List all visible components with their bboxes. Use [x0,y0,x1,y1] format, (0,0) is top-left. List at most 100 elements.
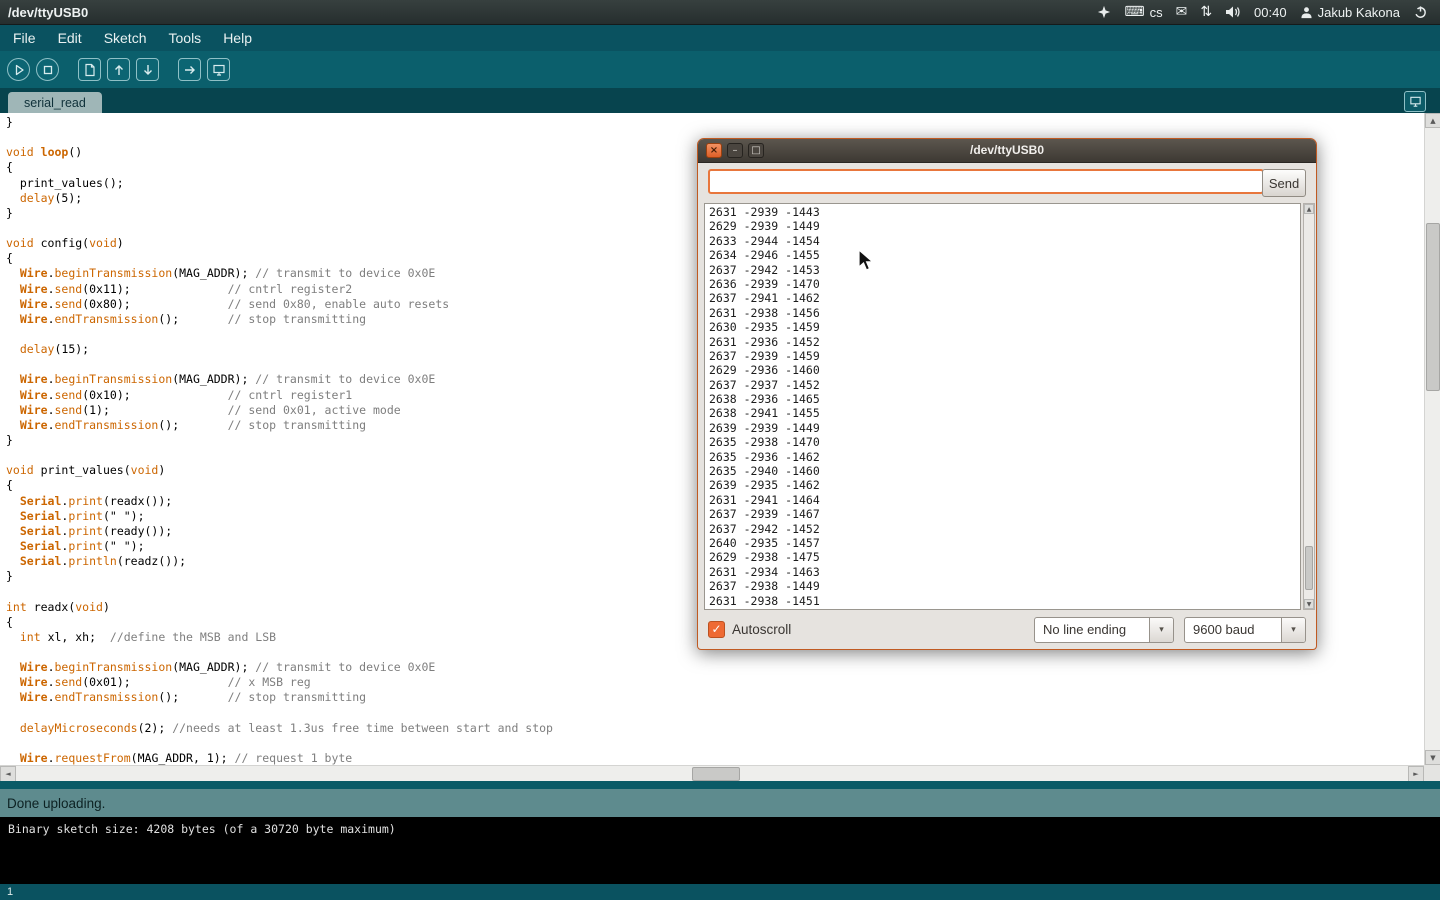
serial-output-line: 2635 -2938 -1470 [709,435,1296,449]
maximize-icon[interactable]: □ [748,143,764,158]
user-icon [1300,6,1313,19]
line-ending-dropdown[interactable]: No line ending ▾ [1034,617,1174,643]
editor-hscroll-thumb[interactable] [692,767,740,781]
tabstrip: serial_read [0,88,1440,113]
serial-output-line: 2639 -2935 -1462 [709,478,1296,492]
code-line: void config(void) [6,236,553,251]
window-buttons: × – □ [706,143,764,158]
upload-button[interactable] [178,58,201,81]
open-button[interactable] [107,58,130,81]
code-line: Wire.send(0x01); // x MSB reg [6,675,553,690]
code-line [6,584,553,599]
footer-bar: 1 [0,884,1440,900]
serial-output-line: 2636 -2939 -1470 [709,277,1296,291]
user-menu[interactable]: Jakub Kakona [1300,5,1400,20]
line-ending-value: No line ending [1035,618,1149,642]
keyboard-indicator[interactable]: ⌨ cs [1124,5,1162,20]
serial-send-input[interactable] [708,169,1264,194]
serial-output-line: 2631 -2934 -1463 [709,565,1296,579]
serial-output-line: 2631 -2938 -1456 [709,306,1296,320]
code-line: } [6,206,553,221]
console-output: Binary sketch size: 4208 bytes (of a 307… [0,817,1440,884]
scroll-up-icon[interactable]: ▲ [1425,113,1440,128]
code-line: Serial.print(readx()); [6,494,553,509]
send-button[interactable]: Send [1262,169,1306,197]
autoscroll-label: Autoscroll [732,622,791,637]
chevron-down-icon: ▾ [1281,618,1305,642]
keyboard-layout-label: cs [1150,5,1163,20]
baud-rate-dropdown[interactable]: 9600 baud ▾ [1184,617,1306,643]
code-line: int xl, xh; //define the MSB and LSB [6,630,553,645]
code-line: Serial.print(ready()); [6,524,553,539]
arrow-down-icon [141,63,155,77]
menu-file[interactable]: File [2,26,47,50]
editor-vscroll-thumb[interactable] [1426,223,1440,391]
mail-icon[interactable]: ✉ [1176,5,1188,19]
serial-monitor-titlebar[interactable]: /dev/ttyUSB0 × – □ [698,139,1316,163]
serial-output-line: 2637 -2941 -1462 [709,291,1296,305]
scroll-left-icon[interactable]: ◄ [0,766,16,782]
scroll-down-icon[interactable]: ▼ [1304,599,1314,609]
minimize-icon[interactable]: – [727,143,743,158]
play-icon [13,64,25,76]
serial-monitor-body: Send 2631 -2939 -14432629 -2939 -1449263… [698,162,1316,650]
code-line: } [6,569,553,584]
scroll-down-icon[interactable]: ▼ [1425,750,1440,765]
scrollbar-corner [1424,765,1440,781]
code-line [6,327,553,342]
code-line: Wire.send(0x80); // send 0x80, enable au… [6,297,553,312]
close-icon[interactable]: × [706,143,722,158]
serial-output-line: 2638 -2941 -1455 [709,406,1296,420]
code-line: Serial.print(" "); [6,539,553,554]
username-label: Jakub Kakona [1318,5,1400,20]
code-line: } [6,433,553,448]
menu-help[interactable]: Help [212,26,263,50]
new-sketch-button[interactable] [78,58,101,81]
stop-button[interactable] [36,58,59,81]
code-line [6,448,553,463]
serial-output-area: 2631 -2939 -14432629 -2939 -14492633 -29… [704,203,1301,610]
menu-tools[interactable]: Tools [158,26,213,50]
editor-vscrollbar[interactable]: ▲ ▼ [1424,113,1440,765]
scroll-right-icon[interactable]: ► [1408,766,1424,782]
autoscroll-checkbox[interactable] [708,621,725,638]
serial-output-line: 2634 -2946 -1455 [709,248,1296,262]
serial-output-line: 2638 -2936 -1465 [709,392,1296,406]
code-line [6,130,553,145]
status-message: Done uploading. [7,796,105,811]
power-icon[interactable] [1413,5,1428,20]
console-line: Binary sketch size: 4208 bytes (of a 307… [8,822,396,836]
scroll-up-icon[interactable]: ▲ [1304,204,1314,214]
tab-menu-button[interactable] [1404,91,1426,112]
code-line: { [6,478,553,493]
serial-output-line: 2635 -2940 -1460 [709,464,1296,478]
clock[interactable]: 00:40 [1254,5,1287,20]
network-sync-icon[interactable]: ⇅ [1200,5,1212,19]
stop-icon [42,64,54,76]
save-button[interactable] [136,58,159,81]
code-line: { [6,615,553,630]
editor-hscrollbar[interactable]: ◄ ► [0,765,1424,781]
volume-icon[interactable] [1225,5,1241,19]
serial-output-line: 2637 -2937 -1452 [709,378,1296,392]
code-line: delay(15); [6,342,553,357]
window-title: /dev/ttyUSB0 [0,5,88,20]
serial-vscrollbar[interactable]: ▲ ▼ [1303,203,1315,610]
code-line: void print_values(void) [6,463,553,478]
menu-edit[interactable]: Edit [47,26,93,50]
serial-vscroll-thumb[interactable] [1305,546,1313,590]
bluetooth-icon[interactable] [1097,5,1111,19]
monitor-icon [212,63,226,77]
new-file-icon [83,63,97,77]
menu-sketch[interactable]: Sketch [93,26,158,50]
code-line: Wire.beginTransmission(MAG_ADDR); // tra… [6,266,553,281]
code-line: Wire.beginTransmission(MAG_ADDR); // tra… [6,372,553,387]
code-line [6,705,553,720]
verify-button[interactable] [7,58,30,81]
keyboard-icon: ⌨ [1124,5,1144,19]
panel-indicators: ⌨ cs ✉ ⇅ 00:40 Jakub Kakona [1097,5,1440,20]
tab-serial-read[interactable]: serial_read [8,92,102,113]
serial-controls: Autoscroll No line ending ▾ 9600 baud ▾ [708,616,1306,643]
code-line: } [6,115,553,130]
serial-monitor-button[interactable] [207,58,230,81]
